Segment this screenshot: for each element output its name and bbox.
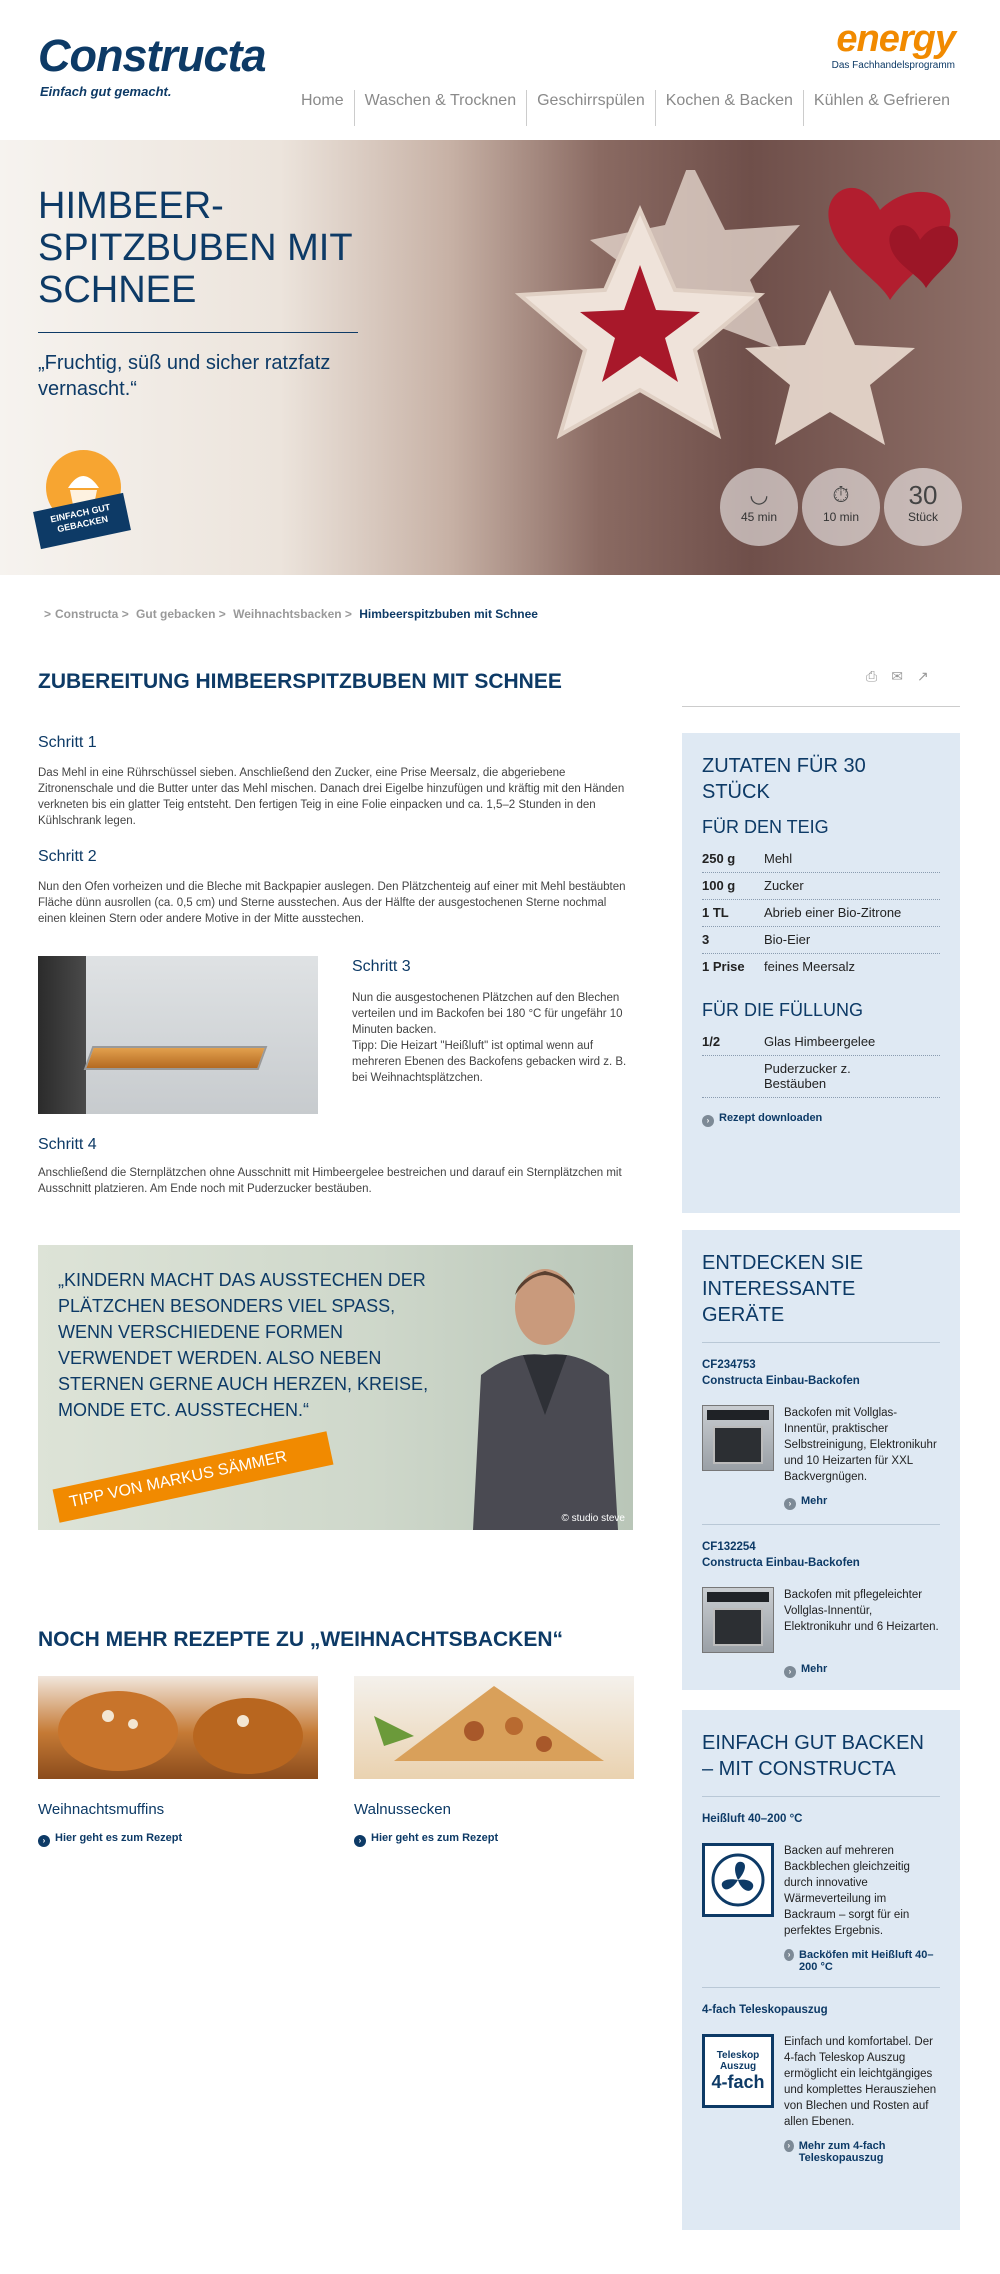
breadcrumb-current: Himbeerspitzbuben mit Schnee — [359, 607, 538, 621]
step-1-text: Das Mehl in eine Rührschüssel sieben. An… — [38, 767, 625, 827]
arrow-right-icon: › — [702, 1115, 714, 1127]
device-2-text: Backofen mit pflegeleichter Vollglas-Inn… — [784, 1589, 939, 1633]
feature-2: Teleskop Auszug 4-fach Einfach und komfo… — [702, 2034, 940, 2130]
constructa-logo[interactable]: Constructa — [38, 30, 267, 82]
feature-2-link[interactable]: › Mehr zum 4-fach Teleskopauszug — [784, 2140, 940, 2164]
arrow-right-icon: › — [354, 1835, 366, 1847]
device-2: Backofen mit pflegeleichter Vollglas-Inn… — [702, 1587, 940, 1653]
muffins-image[interactable] — [38, 1676, 318, 1779]
energy-logo[interactable]: energy — [836, 18, 956, 61]
oven-image[interactable] — [702, 1405, 774, 1471]
print-icon[interactable]: ⎙ — [866, 668, 877, 685]
filling-title: FÜR DIE FÜLLUNG — [702, 1000, 864, 1020]
recipe-weihnachtsmuffins-title[interactable]: Weihnachtsmuffins — [38, 1801, 164, 1818]
step-3-title: Schritt 3 — [352, 958, 411, 975]
more-recipes-title: NOCH MEHR REZEPTE ZU „WEIHNACHTSBACKEN“ — [38, 1628, 563, 1651]
feature-1: Backen auf mehreren Backblechen gleichze… — [702, 1843, 940, 1939]
site-header: Constructa Einfach gut gemacht. energy D… — [0, 0, 1000, 140]
device-1-id: CF234753 — [702, 1359, 756, 1371]
step-1-title: Schritt 1 — [38, 734, 97, 751]
ingredient-row: 1 TL Abrieb einer Bio-Zitrone — [702, 900, 940, 927]
dough-title: FÜR DEN TEIG — [702, 817, 829, 837]
arrow-right-icon: › — [784, 1666, 796, 1678]
step-2-text: Nun den Ofen vorheizen und die Bleche mi… — [38, 881, 626, 925]
device-2-name[interactable]: Constructa Einbau-Backofen — [702, 1555, 940, 1571]
ingredient-row: 3 Bio-Eier — [702, 927, 940, 954]
share-icon[interactable]: ↗ — [917, 668, 929, 685]
device-2-more-link[interactable]: › Mehr — [784, 1663, 940, 1678]
stat-baking-time: ⏱ 10 min — [802, 468, 880, 546]
tip-quote: „KINDERN MACHT DAS AUSSTECHEN DER PLÄTZC… — [58, 1270, 429, 1420]
recipe-walnussecken-title[interactable]: Walnussecken — [354, 1801, 451, 1818]
breadcrumb: > Constructa > Gut gebacken > Weihnachtsb… — [44, 607, 538, 621]
nav-kochen-backen[interactable]: Kochen & Backen — [654, 90, 803, 126]
ingredient-row: 100 g Zucker — [702, 873, 940, 900]
tip-author-band: TIPP VON MARKUS SÄMMER — [52, 1431, 334, 1523]
feature-1-link[interactable]: › Backöfen mit Heißluft 40–200 °C — [784, 1949, 940, 1973]
ingredients-title: ZUTATEN FÜR 30 STÜCK — [702, 755, 866, 803]
main-nav: Home Waschen & Trocknen Geschirrspülen K… — [291, 90, 960, 126]
devices-box: ENTDECKEN SIE INTERESSANTE GERÄTE CF2347… — [682, 1230, 960, 1690]
device-1-name[interactable]: Constructa Einbau-Backofen — [702, 1373, 940, 1389]
ingredient-row: 250 g Mehl — [702, 846, 940, 873]
logo-tagline: Einfach gut gemacht. — [40, 84, 172, 99]
device-1-text: Backofen mit Vollglas-Innentür, praktisc… — [784, 1407, 937, 1483]
hero-divider — [38, 332, 358, 333]
features-box: EINFACH GUT BACKEN – MIT CONSTRUCTA Heiß… — [682, 1710, 960, 2230]
bowl-icon: ◡ — [749, 482, 769, 507]
features-title: EINFACH GUT BACKEN – MIT CONSTRUCTA — [702, 1732, 924, 1780]
device-2-id: CF132254 — [702, 1541, 756, 1553]
devices-title: ENTDECKEN SIE INTERESSANTE GERÄTE — [702, 1252, 864, 1326]
arrow-right-icon: › — [784, 1949, 795, 1961]
nav-geschirrspuelen[interactable]: Geschirrspülen — [526, 90, 655, 126]
oven-baking-image — [38, 956, 318, 1114]
feature-1-title: Heißluft 40–200 °C — [702, 1813, 803, 1825]
breadcrumb-weihnachtsbacken[interactable]: Weihnachtsbacken — [233, 607, 341, 621]
step-4-title: Schritt 4 — [38, 1136, 97, 1153]
nav-kuehlen-gefrieren[interactable]: Kühlen & Gefrieren — [802, 90, 960, 126]
stat-quantity: 30 Stück — [884, 468, 962, 546]
recipe-walnussecken-link[interactable]: › Hier geht es zum Rezept — [354, 1832, 498, 1847]
page-title: ZUBEREITUNG HIMBEERSPITZBUBEN MIT SCHNEE — [38, 670, 562, 693]
nav-waschen-trocknen[interactable]: Waschen & Trocknen — [353, 90, 526, 126]
recipe-weihnachtsmuffins-link[interactable]: › Hier geht es zum Rezept — [38, 1832, 182, 1847]
arrow-right-icon: › — [38, 1835, 50, 1847]
step-4-text: Anschließend die Sternplätzchen ohne Aus… — [38, 1167, 622, 1195]
oven-image[interactable] — [702, 1587, 774, 1653]
download-recipe-link[interactable]: › Rezept downloaden — [702, 1112, 940, 1127]
device-1: Backofen mit Vollglas-Innentür, praktisc… — [702, 1405, 940, 1485]
step-3-text: Nun die ausgestochenen Plätzchen auf den… — [352, 992, 623, 1036]
ingredient-row: Puderzucker z. Bestäuben — [702, 1056, 940, 1098]
feature-2-text: Einfach und komfortabel. Der 4-fach Tele… — [784, 2036, 937, 2128]
feature-2-title: 4-fach Teleskopauszug — [702, 2004, 828, 2016]
feature-1-text: Backen auf mehreren Backblechen gleichze… — [784, 1845, 910, 1937]
einfach-gut-gebacken-badge: EINFACH GUT GEBACKEN — [33, 450, 131, 550]
tools-divider — [682, 706, 960, 707]
photo-credit: © studio steve — [561, 1513, 625, 1524]
fan-icon — [702, 1843, 774, 1917]
telescope-rail-icon: Teleskop Auszug 4-fach — [702, 2034, 774, 2108]
walnussecken-image[interactable] — [354, 1676, 634, 1779]
page-tools: ⎙ ✉ ↗ — [866, 668, 929, 685]
step-2-title: Schritt 2 — [38, 848, 97, 865]
ingredient-row: 1 Prise feines Meersalz — [702, 959, 856, 974]
nav-home[interactable]: Home — [291, 90, 354, 126]
arrow-right-icon: › — [784, 2140, 794, 2152]
stopwatch-icon: ⏱ — [832, 482, 850, 507]
step-3-tip: Tipp: Die Heizart "Heißluft" ist optimal… — [352, 1040, 627, 1084]
chef-photo — [473, 1269, 618, 1530]
mail-icon[interactable]: ✉ — [891, 668, 903, 685]
breadcrumb-constructa[interactable]: Constructa — [55, 607, 118, 621]
hero-banner: HIMBEER-SPITZBUBEN MIT SCHNEE „Fruchtig,… — [0, 140, 1000, 575]
ingredient-row: 1/2 Glas Himbeergelee — [702, 1029, 940, 1056]
stat-total-time: ◡ 45 min — [720, 468, 798, 546]
device-1-more-link[interactable]: › Mehr — [784, 1495, 940, 1510]
hero-quote: „Fruchtig, süß und sicher ratzfatz verna… — [38, 352, 331, 400]
arrow-right-icon: › — [784, 1498, 796, 1510]
hero-title: HIMBEER-SPITZBUBEN MIT SCHNEE — [38, 185, 352, 311]
breadcrumb-gut-gebacken[interactable]: Gut gebacken — [136, 607, 215, 621]
chef-tip-box: „KINDERN MACHT DAS AUSSTECHEN DER PLÄTZC… — [38, 1245, 633, 1530]
energy-subtitle: Das Fachhandelsprogramm — [831, 60, 955, 71]
ingredients-box: ZUTATEN FÜR 30 STÜCK FÜR DEN TEIG 250 gM… — [682, 733, 960, 1213]
